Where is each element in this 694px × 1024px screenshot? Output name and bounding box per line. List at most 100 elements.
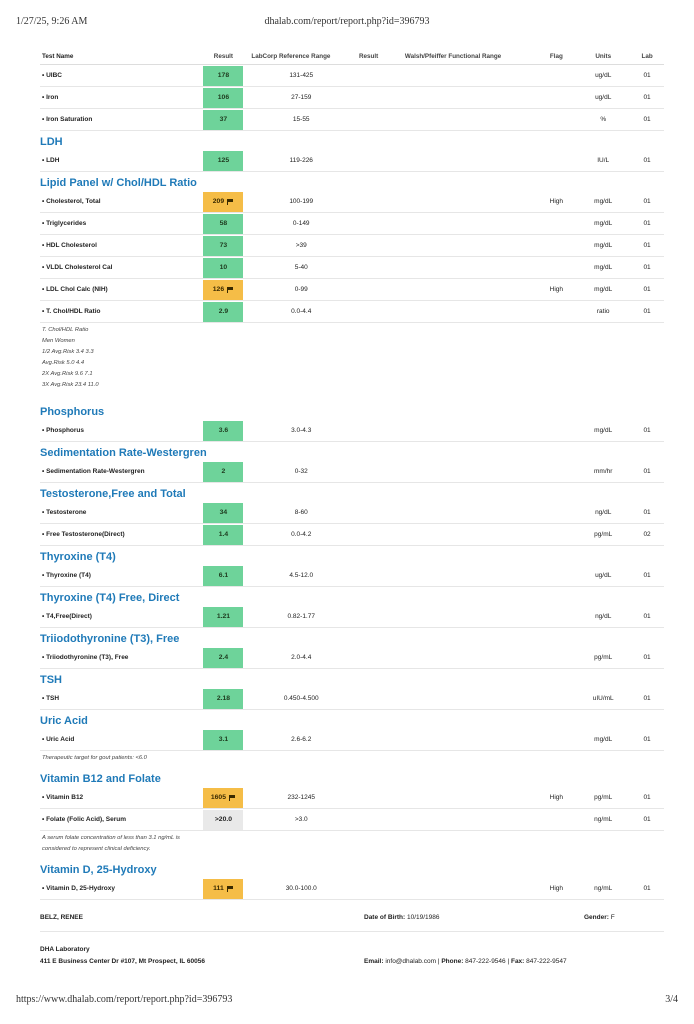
flag-text: High	[549, 198, 564, 205]
result-text: 1.21	[216, 613, 231, 620]
result-value: >20.0	[203, 809, 244, 830]
section-title: Testosterone,Free and Total	[40, 488, 186, 500]
table-row: • Vitamin D, 25-Hydroxy 111 30.0-100.0 High…	[40, 878, 664, 900]
gender-value: F	[610, 914, 615, 921]
table-row: • Uric Acid 3.1 2.6-6.2 mg/dL 01	[40, 729, 664, 751]
result-text: 106	[217, 94, 230, 101]
result-text: 3.1	[218, 736, 229, 743]
result-value: 58	[203, 213, 244, 234]
table-row: • Testosterone 34 8-60 ng/dL 01	[40, 502, 664, 524]
lab-name: DHA Laboratory	[40, 946, 90, 953]
result-text: 2.4	[218, 654, 229, 661]
labcorp-range: 15-55	[292, 116, 310, 123]
section-title: Sedimentation Rate-Westergren	[40, 447, 207, 459]
fax-value: 847-222-9547	[526, 958, 567, 965]
table-row: • Phosphorus 3.6 3.0-4.3 mg/dL 01	[40, 420, 664, 442]
lab-code: 01	[643, 695, 651, 702]
labcorp-range: 232-1245	[287, 794, 315, 801]
table-row: • Free Testosterone(Direct) 1.4 0.0-4.2 pg/…	[40, 524, 664, 546]
col-lab: Lab	[641, 52, 653, 60]
test-name: • Phosphorus	[42, 427, 84, 434]
email-label: Email:	[364, 958, 384, 965]
test-note: Therapeutic target for gout patients: <6…	[40, 751, 664, 768]
labcorp-range: >3.0	[294, 816, 308, 823]
test-name: • Free Testosterone(Direct)	[42, 531, 125, 538]
test-name: • LDH	[42, 157, 60, 164]
lab-code: 01	[643, 654, 651, 661]
result-text: 2	[221, 468, 226, 475]
lab-address: 411 E Business Center Dr #107, Mt Prospe…	[40, 958, 205, 965]
result-text: 58	[219, 220, 228, 227]
test-note: A serum folate concentration of less tha…	[40, 831, 664, 859]
result-value: 73	[203, 235, 244, 256]
result-value: 1.21	[203, 606, 244, 627]
col-flag: Flag	[549, 52, 563, 60]
units: ratio	[596, 308, 610, 315]
flag-icon	[227, 198, 234, 205]
note-line: 3X Avg.Risk 23.4 11.0	[42, 382, 99, 388]
labcorp-range: >39	[295, 242, 307, 249]
result-text: >20.0	[214, 816, 233, 823]
fax-label: Fax:	[510, 958, 525, 965]
table-row: • Sedimentation Rate-Westergren 2 0-32 mm/h…	[40, 461, 664, 483]
result-cell: 6.1	[203, 565, 244, 586]
flag-text: High	[549, 794, 564, 801]
result-cell: 2	[203, 461, 244, 482]
result-value: 34	[203, 502, 244, 523]
result-value: 1605	[203, 787, 244, 808]
test-name: • Cholesterol, Total	[42, 198, 101, 205]
lab-code: 01	[643, 242, 651, 249]
table-row: • Thyroxine (T4) 6.1 4.5-12.0 ug/dL 01	[40, 565, 664, 587]
labcorp-range: 0-149	[292, 220, 310, 227]
lab-code: 01	[643, 157, 651, 164]
labcorp-range: 4.5-12.0	[289, 572, 314, 579]
email-value[interactable]: info@dhalab.com	[385, 958, 436, 965]
result-cell: >20.0	[203, 809, 244, 830]
result-text: 1605	[210, 794, 226, 801]
patient-info: BELZ, RENEE Date of Birth: 10/19/1986 Ge…	[40, 914, 664, 932]
test-name: • Triglycerides	[42, 220, 87, 227]
lab-code: 01	[643, 885, 651, 892]
result-cell: 111	[203, 878, 244, 899]
patient-dob: Date of Birth: 10/19/1986	[364, 914, 584, 921]
units: ug/dL	[595, 572, 612, 579]
test-section: Uric Acid • Uric Acid 3.1 2.6-6.2 mg/dL 01 The…	[40, 710, 664, 768]
units: pg/mL	[594, 794, 613, 801]
lab-code: 01	[643, 427, 651, 434]
lab-report: Test Name Result LabCorp Reference Range…	[40, 48, 664, 968]
units: mg/dL	[594, 264, 613, 271]
test-section: Vitamin D, 25-Hydroxy • Vitamin D, 25-Hyd…	[40, 859, 664, 900]
table-row: • UIBC 178 131-425 ug/dL 01	[40, 65, 664, 87]
test-name: • LDL Chol Calc (NIH)	[42, 286, 108, 293]
result-cell: 34	[203, 502, 244, 523]
result-value: 37	[203, 109, 244, 130]
test-name: • Uric Acid	[42, 736, 75, 743]
labcorp-range: 131-425	[289, 72, 314, 79]
result-value: 2.18	[203, 688, 244, 709]
result-text: 37	[219, 116, 228, 123]
lab-code: 01	[643, 286, 651, 293]
units: ng/mL	[594, 816, 613, 823]
test-name: • TSH	[42, 695, 60, 702]
test-section: Triiodothyronine (T3), Free • Triiodothyr…	[40, 628, 664, 669]
lab-code: 01	[643, 308, 651, 315]
result-value: 125	[203, 150, 244, 171]
table-row: • Iron Saturation 37 15-55% 01	[40, 109, 664, 131]
test-section: Testosterone,Free and Total • Testosteron…	[40, 483, 664, 546]
test-name: • Triiodothyronine (T3), Free	[42, 654, 129, 661]
result-cell: 3.1	[203, 729, 244, 750]
test-name: • VLDL Cholesterol Cal	[42, 264, 113, 271]
units: ng/mL	[594, 885, 613, 892]
test-section: Lipid Panel w/ Chol/HDL Ratio • Cholester…	[40, 172, 664, 401]
table-row: • Iron 106 27-159 ug/dL 01	[40, 87, 664, 109]
section-title: Lipid Panel w/ Chol/HDL Ratio	[40, 177, 197, 189]
lab-code: 01	[643, 116, 651, 123]
units: %	[600, 116, 607, 123]
units: ng/dL	[595, 613, 612, 620]
note-line: Avg.Risk 5.0 4.4	[42, 360, 85, 366]
labcorp-range: 2.6-6.2	[291, 736, 312, 743]
result-value: 126	[203, 279, 244, 300]
test-section: TSH • TSH 2.18 0.450-4.500 uIU/mL 01	[40, 669, 664, 710]
note-line: considered to represent clinical deficie…	[42, 846, 151, 852]
note-line: Therapeutic target for gout patients: <6…	[42, 755, 147, 761]
